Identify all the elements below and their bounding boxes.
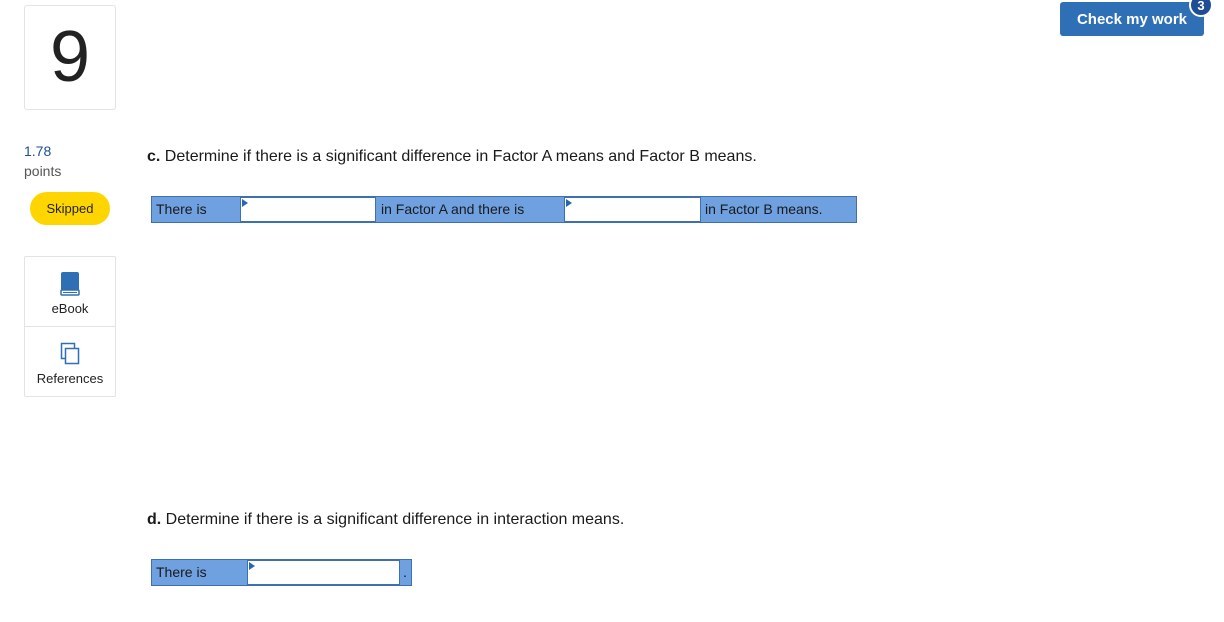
ebook-label: eBook bbox=[51, 301, 89, 316]
part-c-dropdown-2[interactable] bbox=[564, 197, 701, 222]
attempts-badge: 3 bbox=[1189, 0, 1213, 17]
points-value: 1.78 bbox=[24, 143, 52, 159]
tools-panel: eBook References bbox=[24, 256, 116, 397]
question-number: 9 bbox=[49, 16, 91, 97]
part-c-dropdown-1[interactable] bbox=[240, 197, 376, 222]
part-c-text-1: There is bbox=[156, 201, 207, 217]
part-d-answer-row: There is . bbox=[151, 559, 412, 586]
references-button[interactable]: References bbox=[25, 327, 115, 397]
part-c-letter: c. bbox=[147, 148, 161, 165]
ebook-button[interactable]: eBook bbox=[25, 257, 115, 327]
copy-icon bbox=[60, 342, 80, 366]
question-page: 9 1.78 points Skipped eBook References C… bbox=[0, 0, 1224, 622]
part-c-prompt: Determine if there is a significant diff… bbox=[164, 148, 757, 165]
part-d-period: . bbox=[403, 564, 407, 580]
part-c-answer-row: There is in Factor A and there is in Fac… bbox=[151, 196, 857, 223]
part-c-text-2: in Factor A and there is bbox=[381, 201, 525, 217]
dropdown-indicator-icon bbox=[249, 562, 255, 570]
status-badge: Skipped bbox=[30, 192, 110, 225]
question-part-c: c. Determine if there is a significant d… bbox=[147, 148, 757, 166]
part-c-text-3: in Factor B means. bbox=[705, 201, 823, 217]
check-my-work-button[interactable]: Check my work bbox=[1060, 2, 1204, 36]
question-part-d: d. Determine if there is a significant d… bbox=[147, 511, 624, 529]
points-label: points bbox=[24, 163, 62, 179]
part-d-dropdown-1[interactable] bbox=[247, 560, 400, 585]
part-d-text-1: There is bbox=[156, 564, 207, 580]
book-icon bbox=[60, 272, 80, 296]
part-d-prompt: Determine if there is a significant diff… bbox=[165, 511, 625, 528]
question-number-card: 9 bbox=[24, 5, 116, 110]
references-label: References bbox=[36, 371, 104, 386]
part-d-letter: d. bbox=[147, 511, 162, 528]
dropdown-indicator-icon bbox=[242, 199, 248, 207]
dropdown-indicator-icon bbox=[566, 199, 572, 207]
